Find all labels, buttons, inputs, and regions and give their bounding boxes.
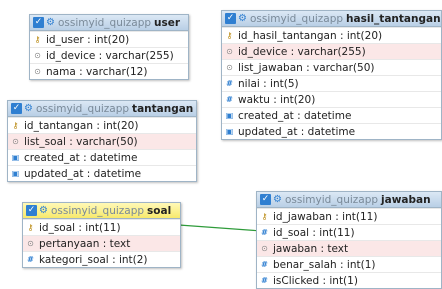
column-row[interactable]: ⚷ id_jawaban : int(11) <box>257 208 441 224</box>
table-header[interactable]: ✓ ⚙ ossimyid_quizapp jawaban <box>257 192 441 208</box>
column-label: id_device : varchar(255) <box>238 45 366 58</box>
column-label: nama : varchar(12) <box>46 65 148 78</box>
column-label: id_soal : int(11) <box>273 226 355 239</box>
table-name: user <box>154 16 181 29</box>
column-row[interactable]: # nilai : int(5) <box>222 75 441 91</box>
column-label: id_jawaban : int(11) <box>273 210 378 223</box>
column-label: id_device : varchar(255) <box>46 49 174 62</box>
column-label: list_jawaban : varchar(50) <box>238 61 375 74</box>
column-label: created_at : datetime <box>238 109 352 122</box>
column-row[interactable]: # isClicked : int(1) <box>257 272 441 288</box>
date-icon: ▣ <box>225 111 234 120</box>
column-label: id_tantangan : int(20) <box>24 119 139 132</box>
database-name: ossimyid_quizapp <box>35 102 130 115</box>
string-icon: ⊙ <box>226 47 233 56</box>
key-icon: ⚷ <box>226 31 233 40</box>
checkbox-icon[interactable]: ✓ <box>260 194 271 205</box>
int-icon: # <box>27 255 34 264</box>
column-row[interactable]: ⚷ id_soal : int(11) <box>23 219 180 235</box>
column-row[interactable]: ⊙ list_soal : varchar(50) <box>8 133 196 149</box>
int-icon: # <box>261 276 268 285</box>
column-label: created_at : datetime <box>24 151 138 164</box>
column-label: id_user : int(20) <box>46 33 130 46</box>
table-jawaban[interactable]: ✓ ⚙ ossimyid_quizapp jawaban ⚷ id_jawaban… <box>256 191 442 289</box>
database-name: ossimyid_quizapp <box>57 16 152 29</box>
int-icon: # <box>226 95 233 104</box>
column-row[interactable]: ⚷ id_user : int(20) <box>30 31 188 47</box>
database-name: ossimyid_quizapp <box>249 12 344 25</box>
column-label: benar_salah : int(1) <box>273 258 376 271</box>
column-label: nilai : int(5) <box>238 77 299 90</box>
column-label: pertanyaan : text <box>39 237 131 250</box>
table-soal[interactable]: ✓ ⚙ ossimyid_quizapp soal ⚷ id_soal : int… <box>22 202 181 268</box>
table-name: hasil_tantangan <box>346 12 441 25</box>
database-name: ossimyid_quizapp <box>50 204 145 217</box>
column-row[interactable]: ⊙ nama : varchar(12) <box>30 63 188 79</box>
key-icon: ⚷ <box>261 212 268 221</box>
column-label: id_soal : int(11) <box>39 221 121 234</box>
column-row[interactable]: ⊙ id_device : varchar(255) <box>222 43 441 59</box>
column-label: updated_at : datetime <box>24 167 142 180</box>
table-name: tantangan <box>132 102 194 115</box>
column-row[interactable]: ▣ updated_at : datetime <box>222 123 441 139</box>
int-icon: # <box>261 228 268 237</box>
date-icon: ▣ <box>225 127 234 136</box>
string-icon: ⊙ <box>34 51 41 60</box>
string-icon: ⊙ <box>226 63 233 72</box>
checkbox-icon[interactable]: ✓ <box>225 13 236 24</box>
table-header[interactable]: ✓ ⚙ ossimyid_quizapp user <box>30 15 188 31</box>
gear-icon[interactable]: ⚙ <box>24 103 33 114</box>
gear-icon[interactable]: ⚙ <box>238 13 247 24</box>
column-row[interactable]: # waktu : int(20) <box>222 91 441 107</box>
column-row[interactable]: ▣ created_at : datetime <box>8 149 196 165</box>
database-name: ossimyid_quizapp <box>284 193 379 206</box>
column-row[interactable]: ⊙ pertanyaan : text <box>23 235 180 251</box>
column-label: kategori_soal : int(2) <box>39 253 148 266</box>
column-label: id_hasil_tantangan : int(20) <box>238 29 383 42</box>
column-row[interactable]: # id_soal : int(11) <box>257 224 441 240</box>
key-icon: ⚷ <box>27 223 34 232</box>
int-icon: # <box>226 79 233 88</box>
column-row[interactable]: # benar_salah : int(1) <box>257 256 441 272</box>
column-row[interactable]: ⊙ jawaban : text <box>257 240 441 256</box>
table-user[interactable]: ✓ ⚙ ossimyid_quizapp user ⚷ id_user : int… <box>29 14 189 80</box>
checkbox-icon[interactable]: ✓ <box>11 103 22 114</box>
column-row[interactable]: ▣ created_at : datetime <box>222 107 441 123</box>
table-header[interactable]: ✓ ⚙ ossimyid_quizapp hasil_tantangan <box>222 11 441 27</box>
column-row[interactable]: ⚷ id_hasil_tantangan : int(20) <box>222 27 441 43</box>
key-icon: ⚷ <box>34 35 41 44</box>
column-label: waktu : int(20) <box>238 93 316 106</box>
table-header[interactable]: ✓ ⚙ ossimyid_quizapp tantangan <box>8 101 196 117</box>
column-row[interactable]: ▣ updated_at : datetime <box>8 165 196 181</box>
string-icon: ⊙ <box>261 244 268 253</box>
table-header[interactable]: ✓ ⚙ ossimyid_quizapp soal <box>23 203 180 219</box>
date-icon: ▣ <box>11 153 20 162</box>
column-label: jawaban : text <box>273 242 349 255</box>
table-tantangan[interactable]: ✓ ⚙ ossimyid_quizapp tantangan ⚷ id_tanta… <box>7 100 197 182</box>
table-hasil-tantangan[interactable]: ✓ ⚙ ossimyid_quizapp hasil_tantangan ⚷ id… <box>221 10 442 140</box>
column-row[interactable]: ⚷ id_tantangan : int(20) <box>8 117 196 133</box>
column-row[interactable]: ⊙ list_jawaban : varchar(50) <box>222 59 441 75</box>
relation-soal-jawaban <box>178 224 263 232</box>
column-row[interactable]: ⊙ id_device : varchar(255) <box>30 47 188 63</box>
table-name: jawaban <box>381 193 431 206</box>
column-label: updated_at : datetime <box>238 125 356 138</box>
string-icon: ⊙ <box>27 239 34 248</box>
table-name: soal <box>147 204 172 217</box>
gear-icon[interactable]: ⚙ <box>46 17 55 28</box>
string-icon: ⊙ <box>34 67 41 76</box>
string-icon: ⊙ <box>12 137 19 146</box>
gear-icon[interactable]: ⚙ <box>39 205 48 216</box>
checkbox-icon[interactable]: ✓ <box>26 205 37 216</box>
gear-icon[interactable]: ⚙ <box>273 194 282 205</box>
key-icon: ⚷ <box>12 121 19 130</box>
checkbox-icon[interactable]: ✓ <box>33 17 44 28</box>
int-icon: # <box>261 260 268 269</box>
date-icon: ▣ <box>11 169 20 178</box>
column-label: list_soal : varchar(50) <box>24 135 138 148</box>
column-row[interactable]: # kategori_soal : int(2) <box>23 251 180 267</box>
